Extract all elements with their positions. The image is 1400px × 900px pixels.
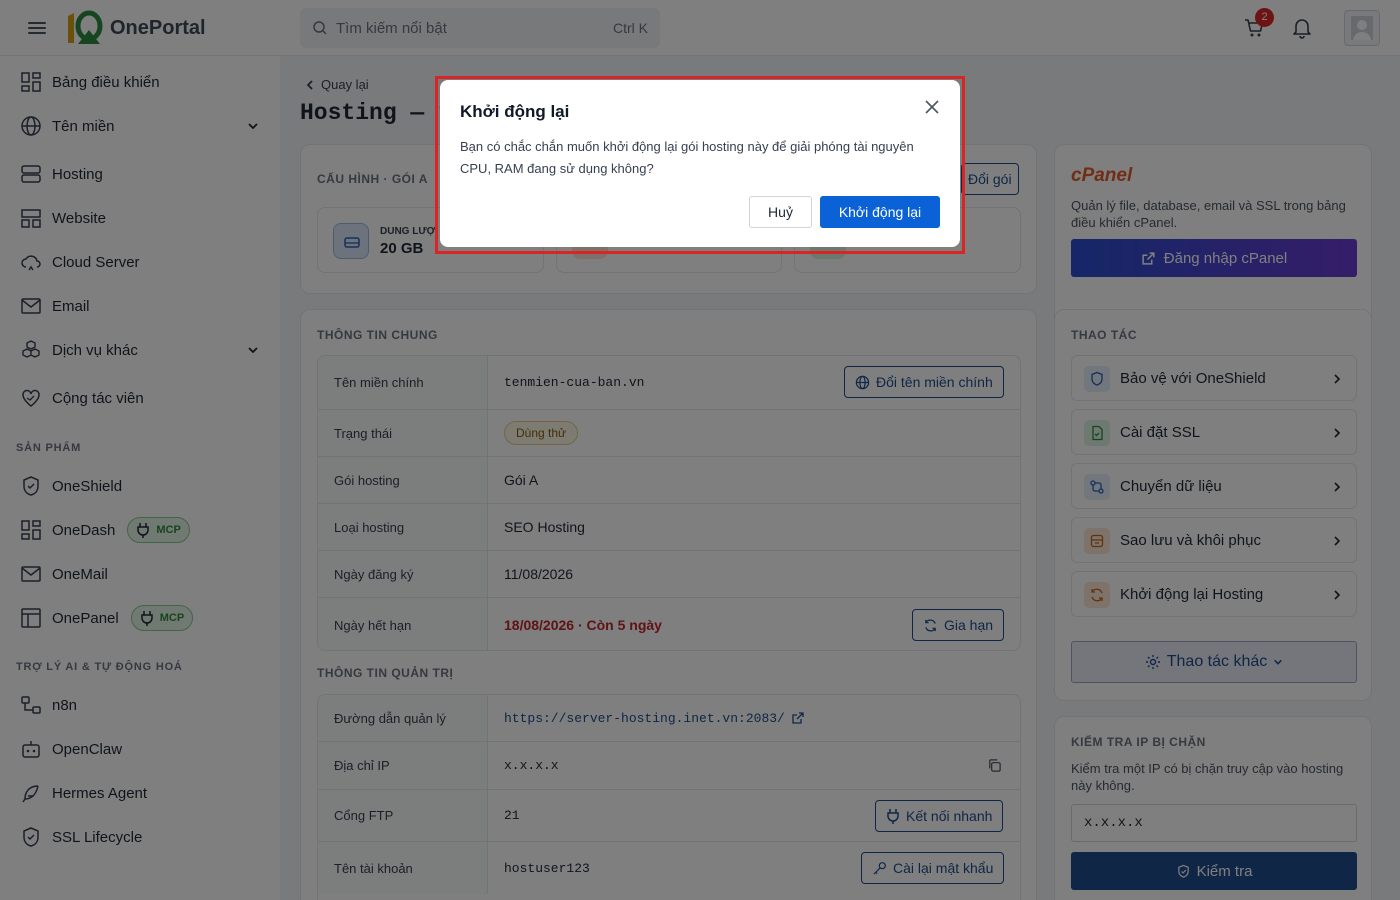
- cancel-button[interactable]: Huỷ: [749, 196, 812, 228]
- restart-confirm-dialog: Khởi động lại Bạn có chắc chắn muốn khởi…: [440, 80, 960, 247]
- close-icon[interactable]: [924, 99, 940, 115]
- dialog-title: Khởi động lại: [460, 102, 570, 121]
- dialog-message: Bạn có chắc chắn muốn khởi động lại gói …: [460, 139, 914, 176]
- confirm-restart-button[interactable]: Khởi động lại: [820, 196, 940, 228]
